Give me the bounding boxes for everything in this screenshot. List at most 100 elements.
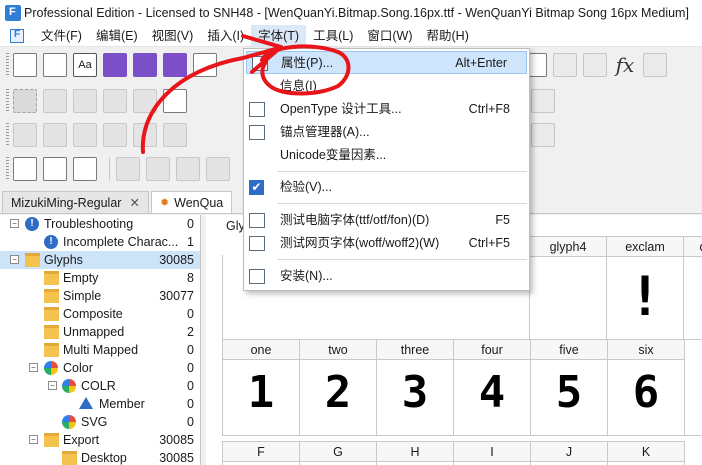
knife-icon[interactable] [133,89,157,113]
glyph-cell[interactable]: G [299,441,377,465]
close-icon[interactable]: ✕ [129,195,139,210]
menu-edit[interactable]: 编辑(E) [89,25,145,47]
menu-view[interactable]: 视图(V) [145,25,201,47]
collapse-icon[interactable]: − [10,255,19,264]
tree-item-colr[interactable]: − COLR 0 [0,377,200,395]
tab-wenquanyi[interactable]: ✹ WenQua [150,191,233,213]
glyph-cell[interactable]: five 5 [530,339,608,436]
glyph-cell[interactable]: F [222,441,300,465]
new-font-icon[interactable] [13,53,37,77]
toolbar-grip[interactable] [6,123,9,147]
glyph-name: four [454,340,530,360]
align-icon[interactable] [163,123,187,147]
tree-item-member[interactable]: Member 0 [0,395,200,413]
save-all-icon[interactable] [133,53,157,77]
grid-large-icon[interactable] [176,157,200,181]
collapse-icon[interactable]: − [29,435,38,444]
rect-select-icon[interactable] [13,89,37,113]
glyph-cell[interactable]: glyph4 [529,236,607,340]
toolbar-more-icon[interactable] [643,53,667,77]
folder-icon [44,271,59,285]
glyph-cell[interactable]: four 4 [453,339,531,436]
glyph-cell[interactable] [684,339,702,436]
tab-mizukiming[interactable]: MizukiMing-Regular ✕ [2,191,149,213]
menu-item-test-web[interactable]: 测试网页字体(woff/woff2)(W) Ctrl+F5 [244,232,529,255]
menu-insert[interactable]: 插入(I) [200,25,251,47]
toolbar-more-icon[interactable] [531,123,555,147]
tree-item-export[interactable]: − Export 30085 [0,431,200,449]
toolbar-grip[interactable] [6,157,9,181]
flip-icon[interactable] [73,123,97,147]
menu-item-install[interactable]: 安装(N)... [244,265,529,288]
glyph-cell[interactable]: six 6 [607,339,685,436]
menu-item-properties[interactable]: 属性(P)... Alt+Enter [246,51,527,74]
tree-item-troubleshooting[interactable]: − ! Troubleshooting 0 [0,215,200,233]
unlink-icon[interactable] [583,53,607,77]
glyph-cell[interactable]: J [530,441,608,465]
tree-item-desktop[interactable]: Desktop 30085 [0,449,200,465]
menu-item-validate[interactable]: ✔ 检验(V)... [244,176,529,199]
menu-tools[interactable]: 工具(L) [306,25,360,47]
hand-icon[interactable] [73,89,97,113]
toolbar-grip[interactable] [6,89,9,113]
glyph-cell[interactable]: q [683,236,702,340]
collapse-icon[interactable]: − [48,381,57,390]
menu-help[interactable]: 帮助(H) [420,25,476,47]
open-font-icon[interactable] [43,53,67,77]
list-view-icon[interactable] [13,157,37,181]
color-icon [62,415,76,429]
tree-item-svg[interactable]: SVG 0 [0,413,200,431]
glyph-preview: 1 [247,367,275,418]
grid-medium-icon[interactable] [146,157,170,181]
sort-icon[interactable] [43,157,67,181]
tree-item-simple[interactable]: Simple 30077 [0,287,200,305]
menu-item-label: 测试网页字体(woff/woff2)(W) [280,236,440,250]
tree-item-incomplete[interactable]: ! Incomplete Charac... 1 [0,233,200,251]
scale-icon[interactable] [133,123,157,147]
grid-small-icon[interactable] [116,157,140,181]
collapse-icon[interactable]: − [10,219,19,228]
paste-icon[interactable] [43,123,67,147]
tree-item-color[interactable]: − Color 0 [0,359,200,377]
menu-item-opentype[interactable]: OpenType 设计工具... Ctrl+F8 [244,98,529,121]
save-icon[interactable] [103,53,127,77]
font-preview-icon[interactable]: Aa [73,53,97,77]
fx-icon[interactable]: fx [613,53,637,77]
tree-item-composite[interactable]: Composite 0 [0,305,200,323]
glyph-cell[interactable]: exclam ! [606,236,684,340]
system-menu-icon[interactable] [10,28,24,43]
menu-item-test-desktop[interactable]: 测试电脑字体(ttf/otf/fon)(D) F5 [244,209,529,232]
save-as-icon[interactable] [163,53,187,77]
menu-file[interactable]: 文件(F) [34,25,89,47]
page-icon[interactable] [73,157,97,181]
glyph-cell[interactable]: two 2 [299,339,377,436]
app-window: Professional Edition - Licensed to SNH48… [0,0,702,465]
menu-window[interactable]: 窗口(W) [360,25,419,47]
image-icon[interactable] [163,89,187,113]
toolbar-grip[interactable] [6,53,9,77]
tree-item-multi-mapped[interactable]: Multi Mapped 0 [0,341,200,359]
collapse-icon[interactable]: − [29,363,38,372]
menu-font[interactable]: 字体(T) [251,24,307,47]
menu-item-info[interactable]: 信息(I) [244,75,529,98]
grid-xlarge-icon[interactable] [206,157,230,181]
menu-item-unicode-variation[interactable]: Unicode变量因素... [244,144,529,167]
rotate-icon[interactable] [103,123,127,147]
toolbar-more-icon[interactable] [531,89,555,113]
glyph-cell[interactable]: one 1 [222,339,300,436]
glyph-cell[interactable]: three 3 [376,339,454,436]
glyph-cell[interactable]: I [453,441,531,465]
tree-item-glyphs[interactable]: − Glyphs 30085 [0,251,200,269]
menu-item-anchor[interactable]: 锚点管理器(A)... [244,121,529,144]
copy-icon[interactable] [13,123,37,147]
sidebar-tree: − ! Troubleshooting 0 ! Incomplete Chara… [0,215,201,465]
tree-item-unmapped[interactable]: Unmapped 2 [0,323,200,341]
glyph-preview: 5 [555,367,583,418]
pen-icon[interactable] [103,89,127,113]
glyph-cell[interactable]: H [376,441,454,465]
lasso-icon[interactable] [43,89,67,113]
print-icon[interactable] [193,53,217,77]
tree-item-empty[interactable]: Empty 8 [0,269,200,287]
glyph-cell[interactable]: K [607,441,685,465]
link-icon[interactable] [553,53,577,77]
